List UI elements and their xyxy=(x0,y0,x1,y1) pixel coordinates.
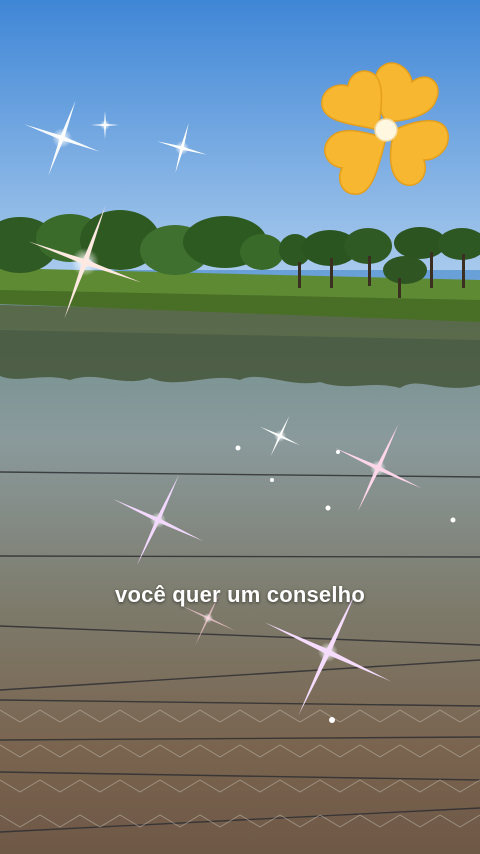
lake-photo xyxy=(0,0,480,854)
photo-scene: você quer um conselho xyxy=(0,0,480,854)
caption-text: você quer um conselho xyxy=(115,582,365,607)
